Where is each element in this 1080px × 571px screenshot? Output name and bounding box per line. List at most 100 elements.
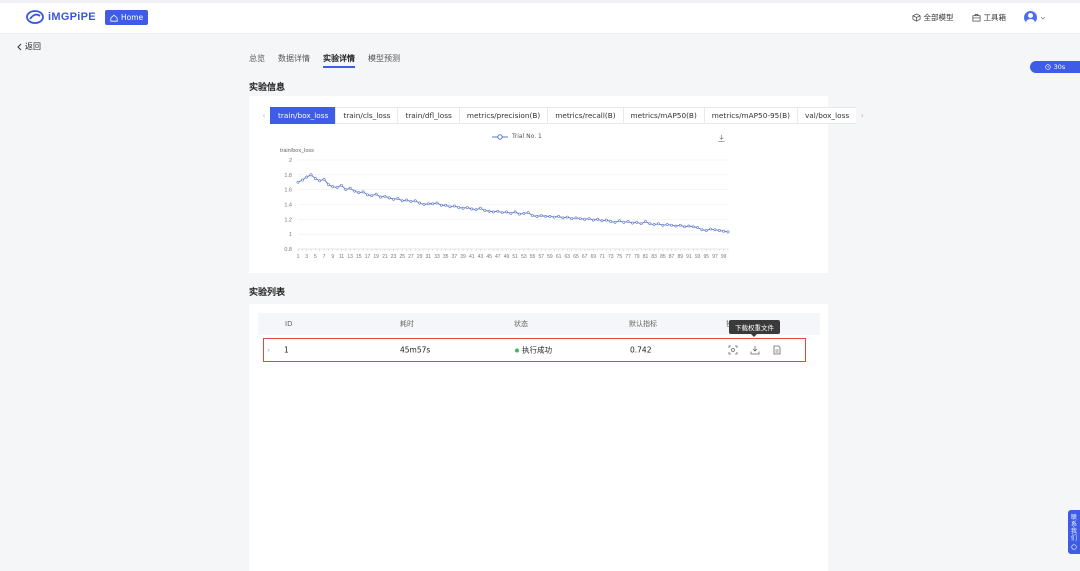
data-point	[535, 214, 539, 218]
tabs-prev-icon[interactable]: ‹	[258, 111, 270, 120]
data-point	[670, 223, 673, 227]
table-row[interactable]: › 1 45m57s 执行成功 0.742	[263, 338, 806, 362]
data-point	[657, 222, 660, 226]
data-point	[370, 194, 374, 198]
data-point	[596, 217, 600, 221]
metric-tab[interactable]: metrics/mAP50(B)	[622, 107, 704, 124]
tab-model-prediction[interactable]: 模型预测	[368, 53, 400, 68]
data-point	[392, 197, 395, 201]
data-point	[405, 198, 408, 202]
y-tick-label: 1	[289, 232, 292, 238]
all-models-label: 全部模型	[923, 13, 954, 22]
metric-tab[interactable]: metrics/precision(B)	[458, 107, 548, 124]
x-tick-label: 71	[599, 254, 605, 260]
data-point	[335, 186, 339, 189]
data-point	[704, 229, 708, 232]
toolbox-icon	[972, 13, 980, 22]
x-tick-label: 5	[314, 254, 317, 260]
metric-tab[interactable]: metrics/recall(B)	[547, 107, 623, 124]
tab-experiment-details[interactable]: 实验详情	[323, 53, 355, 68]
data-point	[431, 202, 435, 206]
data-point	[678, 223, 682, 227]
x-tick-label: 75	[617, 254, 623, 260]
contact-char: 们	[1070, 535, 1077, 542]
data-point	[548, 214, 552, 218]
experiment-info-title: 实验信息	[249, 83, 286, 93]
x-tick-label: 99	[721, 254, 727, 260]
metric-tab[interactable]: val/box_loss	[796, 107, 857, 124]
page-tabs: 总览 数据详情 实验详情 模型预测	[249, 53, 400, 68]
metric-tab[interactable]: metrics/mAP50-95(B)	[703, 107, 797, 124]
x-tick-label: 83	[651, 254, 657, 260]
data-point	[526, 211, 530, 215]
y-tick-label: 1.6	[284, 188, 292, 194]
status-badge: 执行成功	[515, 345, 552, 356]
col-duration: 耗时	[400, 320, 414, 328]
data-point	[470, 207, 474, 211]
home-label: Home	[121, 13, 144, 22]
data-point	[561, 216, 565, 220]
data-point	[600, 219, 604, 223]
data-point	[340, 183, 343, 187]
x-tick-label: 67	[582, 254, 588, 260]
data-point	[309, 173, 313, 177]
back-link[interactable]: 返回	[16, 41, 41, 52]
data-point	[631, 221, 634, 225]
expand-row-icon[interactable]: ›	[267, 346, 270, 355]
y-tick-label: 2	[289, 158, 292, 164]
x-tick-label: 15	[356, 254, 362, 260]
avatar	[1024, 11, 1037, 24]
chart-legend[interactable]: Trial No. 1	[492, 133, 542, 140]
x-tick-label: 79	[634, 254, 640, 260]
data-point	[465, 206, 469, 209]
user-menu[interactable]	[1024, 11, 1046, 24]
data-point	[296, 180, 300, 184]
row-metric: 0.742	[630, 345, 652, 355]
data-point	[531, 214, 534, 218]
x-tick-label: 17	[365, 254, 371, 260]
row-id: 1	[284, 345, 289, 355]
metric-tab[interactable]: train/cls_loss	[335, 107, 398, 124]
data-point	[387, 196, 391, 200]
y-axis-label: train/box_loss	[280, 148, 314, 154]
refresh-timer[interactable]: 30s	[1030, 61, 1080, 73]
data-point	[722, 229, 726, 233]
contact-char: 联	[1070, 514, 1077, 521]
logo-icon	[26, 10, 44, 24]
data-point	[400, 199, 404, 203]
timer-label: 30s	[1053, 63, 1066, 71]
metric-tab[interactable]: train/box_loss	[270, 107, 336, 124]
tab-overview[interactable]: 总览	[249, 53, 265, 68]
data-point	[353, 189, 356, 193]
x-tick-label: 93	[695, 254, 701, 260]
data-point	[505, 210, 508, 214]
toolbox-link[interactable]: 工具箱	[972, 12, 1007, 23]
col-status: 状态	[514, 320, 528, 328]
data-point	[452, 204, 456, 208]
data-point	[618, 219, 621, 223]
tab-data-details[interactable]: 数据详情	[278, 53, 310, 68]
file-icon[interactable]	[772, 345, 782, 355]
metric-tab[interactable]: train/dfl_loss	[397, 107, 459, 124]
view-icon[interactable]	[728, 345, 738, 355]
x-tick-label: 43	[478, 254, 484, 260]
x-tick-label: 29	[417, 254, 423, 260]
home-button[interactable]: Home	[105, 10, 149, 25]
data-point	[522, 212, 526, 215]
x-tick-label: 89	[677, 254, 683, 260]
loss-line-chart: train/box_loss21.81.61.41.210.81 3 5 7 9 11 13…	[280, 148, 730, 260]
all-models-link[interactable]: 全部模型	[912, 12, 954, 23]
data-point	[474, 208, 478, 212]
tabs-next-icon[interactable]: ›	[856, 111, 868, 120]
toolbox-label: 工具箱	[983, 13, 1007, 22]
experiment-list-title: 实验列表	[249, 288, 286, 298]
data-point	[383, 194, 387, 198]
data-point	[509, 212, 513, 215]
chart-download-icon[interactable]	[717, 134, 726, 143]
contact-us-tab[interactable]: 联 系 我 们	[1068, 510, 1080, 554]
download-icon[interactable]	[750, 345, 760, 355]
brand-logo[interactable]: iMGPiPE	[26, 10, 96, 24]
data-point	[366, 193, 369, 197]
x-tick-label: 19	[373, 254, 379, 260]
browser-strip	[0, 0, 1080, 3]
